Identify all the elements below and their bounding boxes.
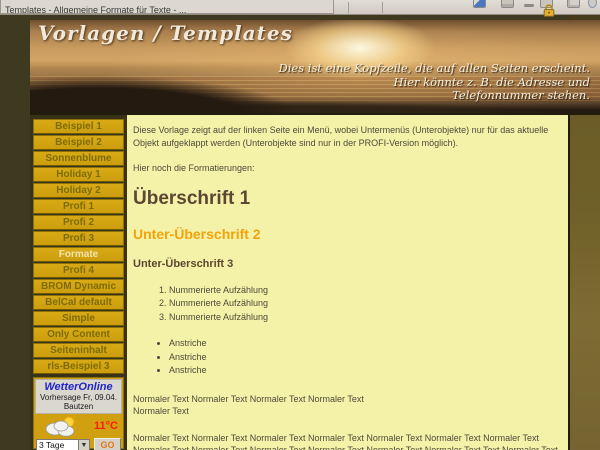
sun-behind-clouds-icon [43, 415, 81, 443]
go-button[interactable]: GO [94, 438, 121, 450]
lock-icon [542, 4, 556, 17]
sidebar-item-beispiel-2[interactable]: Beispiel 2 [33, 135, 124, 150]
sidebar-item-formate[interactable]: Formate [33, 247, 124, 262]
weather-panel: WetterOnline Vorhersage Fr, 09.04. Bautz… [35, 379, 122, 414]
bullet-list-item: Anstriche [169, 337, 560, 351]
weather-widget: WetterOnline Vorhersage Fr, 09.04. Bautz… [33, 377, 124, 449]
site-header: Vorlagen / Templates Dies ist eine Kopfz… [30, 20, 600, 115]
browser-toolbar-icon[interactable] [501, 0, 514, 8]
sidebar-menu: Beispiel 1 Beispiel 2 Sonnenblume Holida… [30, 115, 127, 450]
sidebar-item-holiday-1[interactable]: Holiday 1 [33, 167, 124, 182]
browser-tab[interactable]: Templates - Allgemeine Formate für Texte… [0, 0, 334, 14]
sidebar-item-sonnenblume[interactable]: Sonnenblume [33, 151, 124, 166]
sidebar-item-seiteninhalt[interactable]: Seiteninhalt [33, 343, 124, 358]
weather-location: Bautzen [36, 402, 121, 411]
sidebar-item-profi-4[interactable]: Profi 4 [33, 263, 124, 278]
sidebar-item-profi-2[interactable]: Profi 2 [33, 215, 124, 230]
site-title: Vorlagen / Templates [38, 21, 293, 45]
sidebar-item-beispiel-1[interactable]: Beispiel 1 [33, 119, 124, 134]
browser-tab-title: Templates - Allgemeine Formate für Texte… [5, 5, 186, 14]
browser-titlebar: Templates - Allgemeine Formate für Texte… [0, 0, 600, 15]
temperature-value: 11°C [94, 420, 118, 432]
toolbar-divider [382, 2, 383, 13]
heading-3: Unter-Überschrift 3 [133, 258, 560, 271]
content-area: Diese Vorlage zeigt auf der linken Seite… [127, 115, 570, 450]
heading-2: Unter-Überschrift 2 [133, 226, 560, 242]
sidebar-item-profi-3[interactable]: Profi 3 [33, 231, 124, 246]
normal-text-long: Normaler Text Normaler Text Normaler Tex… [133, 432, 560, 450]
sidebar-item-simple[interactable]: Simple [33, 311, 124, 326]
bullet-list: Anstriche Anstriche Anstriche [169, 337, 560, 378]
normal-text-short: Normaler Text Normaler Text Normaler Tex… [133, 393, 560, 418]
numbered-list-item: Nummerierte Aufzählung [169, 297, 560, 311]
bullet-list-item: Anstriche [169, 351, 560, 365]
wetteronline-logo[interactable]: WetterOnline [36, 381, 121, 393]
sidebar-item-belcal-default[interactable]: BelCal default [33, 295, 124, 310]
browser-toolbar-icon[interactable] [588, 0, 597, 8]
sidebar-item-holiday-2[interactable]: Holiday 2 [33, 183, 124, 198]
sidebar-item-only-content[interactable]: Only Content [33, 327, 124, 342]
formats-label: Hier noch die Formatierungen: [133, 162, 560, 175]
header-note-text: Dies ist eine Kopfzeile, die auf allen S… [279, 62, 590, 103]
heading-1: Überschrift 1 [133, 188, 560, 209]
bullet-list-item: Anstriche [169, 364, 560, 378]
numbered-list-item: Nummerierte Aufzählung [169, 311, 560, 325]
intro-paragraph: Diese Vorlage zeigt auf der linken Seite… [133, 124, 560, 149]
browser-toolbar-icon[interactable] [473, 0, 486, 8]
sidebar-item-brom-dynamic[interactable]: BROM Dynamic [33, 279, 124, 294]
toolbar-divider [348, 2, 349, 13]
browser-toolbar-icon[interactable] [567, 0, 580, 8]
browser-toolbar-icon[interactable] [524, 4, 534, 7]
sidebar-item-profi-1[interactable]: Profi 1 [33, 199, 124, 214]
sidebar-item-rls-beispiel-3[interactable]: rls-Beispiel 3 [33, 359, 124, 374]
numbered-list-item: Nummerierte Aufzählung [169, 284, 560, 298]
numbered-list: Nummerierte Aufzählung Nummerierte Aufzä… [169, 284, 560, 325]
weather-forecast-date: Vorhersage Fr, 09.04. [36, 393, 121, 402]
